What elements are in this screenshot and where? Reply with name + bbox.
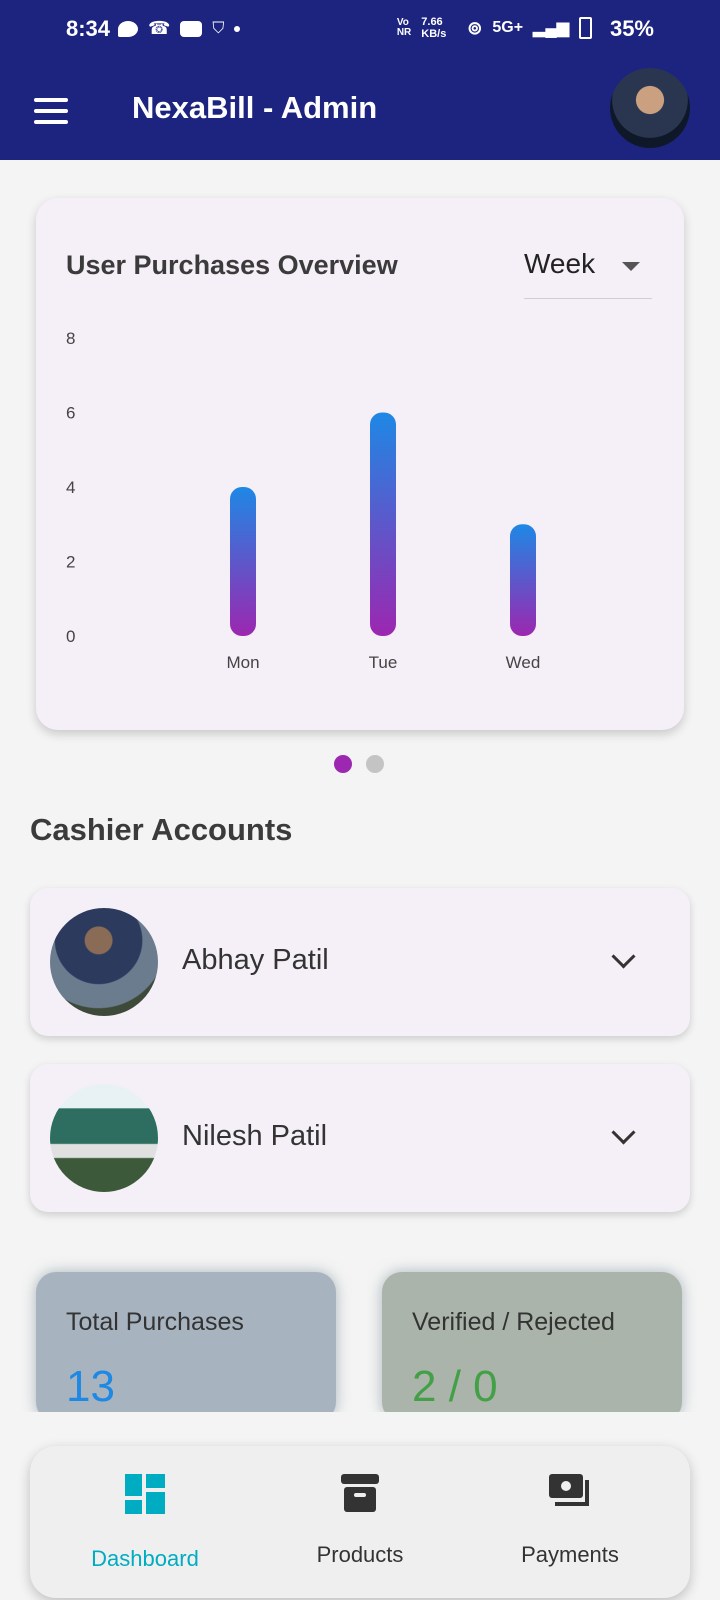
stat-value: 2 / 0 — [412, 1362, 498, 1411]
bar-tue[interactable] — [370, 412, 396, 637]
pager-dot-2[interactable] — [366, 755, 384, 773]
hotspot-icon: ⊚ — [467, 17, 483, 38]
payments-icon — [549, 1474, 589, 1506]
nav-payments[interactable]: Payments — [460, 1446, 680, 1598]
purchases-chart-card: User Purchases Overview Week 0 2 4 6 8 Mon Tue… — [36, 198, 684, 730]
verified-rejected-card[interactable]: Verified / Rejected 2 / 0 — [382, 1272, 682, 1422]
volte-icon: Vo NR — [396, 17, 412, 38]
total-purchases-card[interactable]: Total Purchases 13 — [36, 1272, 336, 1422]
status-right: Vo NR 7.66 KB/s ⊚ 5G+ ▂▄▆ — [397, 16, 592, 40]
y-tick-label: 2 — [66, 553, 75, 572]
nav-label: Products — [316, 1542, 404, 1567]
notification-icons: ☎ ⛉ — [118, 18, 241, 39]
archive-icon — [341, 1474, 379, 1512]
section-title-cashiers: Cashier Accounts — [30, 812, 293, 847]
x-tick-label: Wed — [506, 653, 541, 672]
signal-icon: ▂▄▆ — [533, 20, 569, 37]
app-title: NexaBill - Admin — [132, 90, 378, 125]
cashier-avatar — [50, 908, 158, 1016]
chevron-down-icon[interactable] — [611, 944, 636, 969]
dashboard-icon — [125, 1474, 165, 1514]
nav-products[interactable]: Products — [250, 1446, 470, 1598]
battery-icon — [579, 17, 592, 39]
youtube-icon — [180, 20, 203, 37]
cashier-name: Abhay Patil — [182, 944, 329, 976]
chevron-down-icon[interactable] — [611, 1120, 636, 1145]
status-bar: 8:34 ☎ ⛉ Vo NR 7.66 KB/s ⊚ 5G+ ▂▄▆ 35% — [0, 0, 720, 60]
bottom-nav: Dashboard Products Payments — [30, 1446, 690, 1598]
cashier-name: Nilesh Patil — [182, 1120, 328, 1152]
net-speed: 7.66 KB/s — [421, 16, 447, 40]
missed-call-icon: ☎ — [148, 18, 171, 38]
cashier-avatar — [50, 1084, 158, 1192]
pager-dot-1[interactable] — [334, 755, 352, 773]
y-tick-label: 6 — [66, 404, 75, 423]
bar-mon[interactable] — [230, 487, 256, 636]
nav-label: Payments — [521, 1542, 619, 1567]
x-tick-label: Tue — [369, 653, 398, 672]
shield-icon: ⛉ — [212, 19, 225, 37]
stat-label: Verified / Rejected — [412, 1308, 615, 1336]
cashier-card[interactable]: Abhay Patil — [30, 888, 690, 1036]
battery-percent: 35% — [609, 16, 654, 41]
chat-icon — [118, 20, 138, 37]
stat-value: 13 — [66, 1362, 115, 1411]
x-tick-label: Mon — [226, 653, 259, 672]
profile-avatar[interactable] — [610, 68, 690, 148]
nav-dashboard[interactable]: Dashboard — [35, 1446, 255, 1598]
carousel-indicator — [334, 755, 384, 773]
bar-wed[interactable] — [510, 524, 536, 636]
y-tick-label: 4 — [66, 478, 75, 497]
dot-icon — [234, 25, 241, 32]
y-tick-label: 8 — [66, 329, 75, 348]
stat-label: Total Purchases — [66, 1308, 244, 1336]
network-type: 5G+ — [492, 19, 524, 36]
cashier-card[interactable]: Nilesh Patil — [30, 1064, 690, 1212]
y-tick-label: 0 — [66, 627, 75, 646]
menu-icon[interactable] — [34, 98, 68, 124]
status-time: 8:34 — [66, 16, 111, 41]
bar-chart: 0 2 4 6 8 Mon Tue Wed — [66, 329, 541, 672]
nav-label: Dashboard — [91, 1546, 199, 1571]
